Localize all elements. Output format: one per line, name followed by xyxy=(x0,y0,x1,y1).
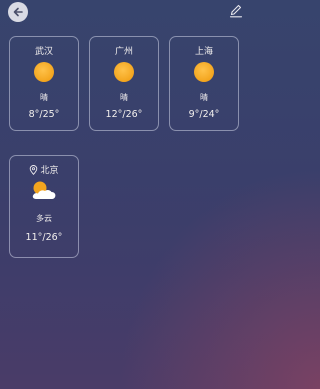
location-pin-icon xyxy=(30,164,38,175)
pencil-icon xyxy=(229,4,243,18)
temperature-range: 9°/24° xyxy=(188,109,220,120)
back-button[interactable] xyxy=(8,2,28,22)
weather-condition: 晴 xyxy=(120,93,128,102)
city-name: 广州 xyxy=(114,47,133,57)
sun-icon xyxy=(114,62,134,82)
city-name: 北京 xyxy=(40,166,59,176)
temperature-range: 11°/26° xyxy=(25,232,63,243)
edit-button[interactable] xyxy=(228,3,244,19)
temperature-range: 8°/25° xyxy=(28,109,60,120)
weather-condition: 多云 xyxy=(36,214,52,223)
weather-condition: 晴 xyxy=(40,93,48,102)
city-card-wuhan[interactable]: 武汉 晴 8°/25° xyxy=(9,36,79,131)
city-card-beijing[interactable]: 北京 多云 11°/26° xyxy=(9,155,79,258)
city-card-shanghai[interactable]: 上海 晴 9°/24° xyxy=(169,36,239,131)
partly-cloudy-icon xyxy=(32,181,56,199)
sun-icon xyxy=(194,62,214,82)
city-card-guangzhou[interactable]: 广州 晴 12°/26° xyxy=(89,36,159,131)
weather-condition: 晴 xyxy=(200,93,208,102)
city-name: 武汉 xyxy=(34,47,53,57)
top-bar xyxy=(0,0,252,30)
sun-icon xyxy=(34,62,54,82)
city-name: 上海 xyxy=(194,47,213,57)
arrow-left-icon xyxy=(13,7,23,17)
temperature-range: 12°/26° xyxy=(105,109,143,120)
